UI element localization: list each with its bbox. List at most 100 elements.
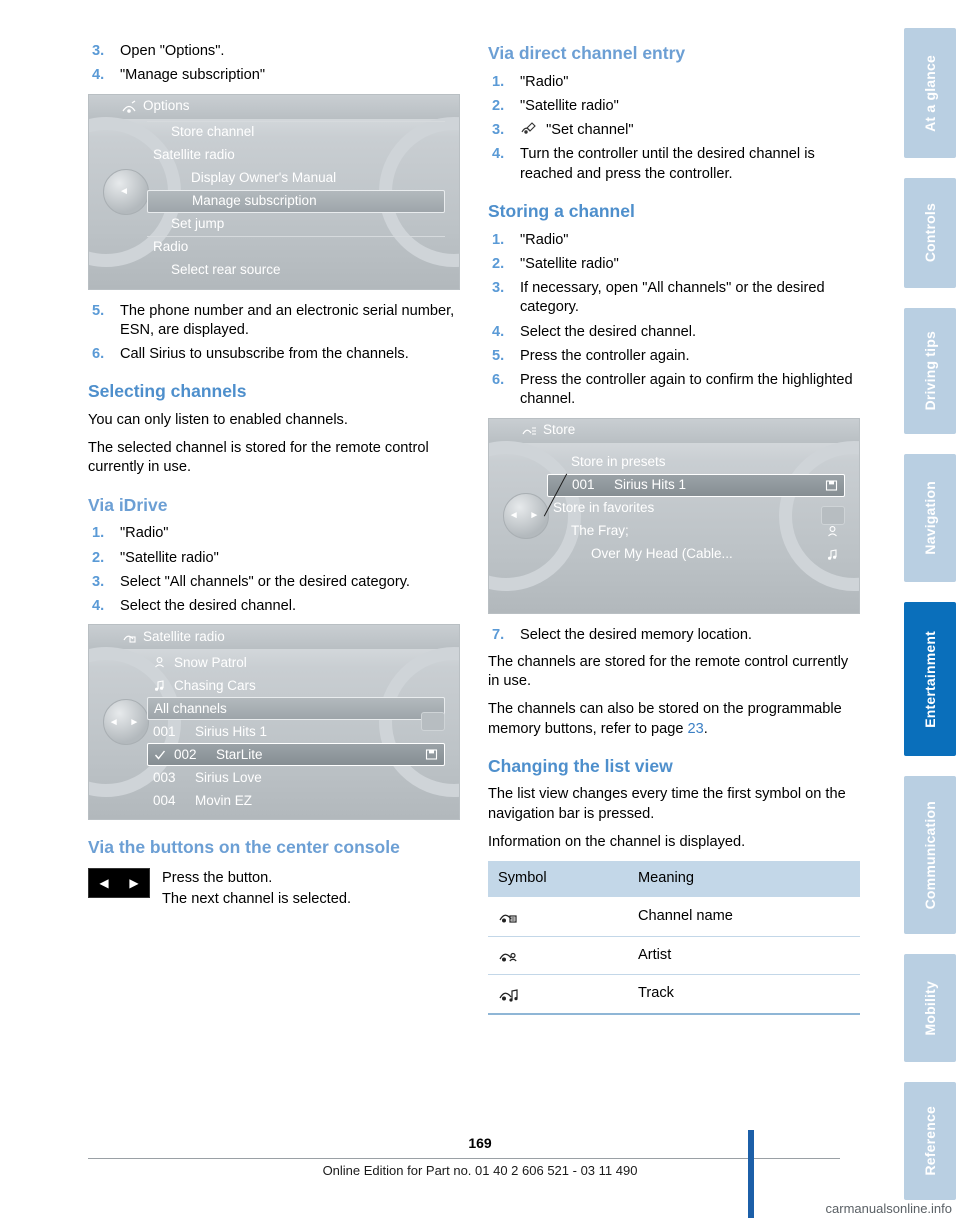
idrive-row[interactable]: Satellite radio [147, 144, 445, 167]
table-row: Track [488, 974, 860, 1015]
idrive-corner-button[interactable] [421, 712, 445, 732]
rail-tab-driving-tips[interactable]: Driving tips [904, 308, 956, 434]
step-text: "Radio" [120, 525, 169, 542]
footer-text: Online Edition for Part no. 01 40 2 606 … [322, 1163, 638, 1178]
idrive-row[interactable]: 001 Sirius Hits 1 [147, 720, 445, 743]
list-item: 3. If necessary, open "All channels" or … [488, 279, 860, 318]
list-item: 4. Select the desired channel. [488, 323, 860, 342]
idrive-screenshot-options: Options ◄ Store channel Satellite radio … [88, 93, 460, 290]
step-text: Select "All channels" or the desired cat… [120, 573, 410, 590]
step-number: 6. [492, 372, 505, 388]
list-item: 2. "Satellite radio" [488, 97, 860, 116]
idrive-row-label: Snow Patrol [174, 654, 247, 670]
idrive-row-label: Sirius Hits 1 [195, 723, 268, 739]
idrive-row[interactable]: Set jump [147, 213, 445, 236]
step-number: 2. [92, 549, 105, 566]
step-text: "Set channel" [546, 122, 634, 139]
preset-icon [825, 479, 838, 492]
step-text: Select the desired channel. [120, 598, 297, 614]
step-number: 2. [492, 97, 505, 114]
idrive-row-label: Store in favorites [553, 499, 655, 515]
step-number: 4. [492, 146, 505, 163]
idrive-corner-button[interactable] [821, 505, 845, 525]
check-icon [154, 749, 166, 761]
rail-tab-controls[interactable]: Controls [904, 178, 956, 288]
idrive-row[interactable]: 004 Movin EZ [147, 789, 445, 812]
idrive-row-label: The Fray; [571, 522, 629, 538]
idrive-row[interactable]: Snow Patrol [147, 651, 445, 674]
rail-tab-navigation[interactable]: Navigation [904, 454, 956, 582]
step-number: 2. [492, 255, 505, 272]
heading-changing-list-view: Changing the list view [488, 755, 673, 776]
step-number: 3. [492, 122, 505, 139]
idrive-row-selected[interactable]: Manage subscription [147, 189, 445, 213]
idrive-row-selected[interactable]: 002 StarLite [147, 743, 445, 767]
paragraph: You can only listen to enabled channels. [88, 411, 348, 428]
list-item: 4. Select the desired channel. [88, 597, 460, 616]
rail-tab-label: Navigation [922, 481, 938, 555]
step-text: Turn the controller until the desired ch… [520, 146, 815, 182]
table-header-row: Symbol Meaning [488, 861, 860, 898]
paragraph: The selected channel is stored for the r… [88, 440, 429, 476]
idrive-row[interactable]: Chasing Cars [147, 674, 445, 697]
rail-tab-mobility[interactable]: Mobility [904, 954, 956, 1062]
paragraph: The list view changes every time the fir… [488, 786, 846, 822]
list-item: 3. Select "All channels" or the desired … [88, 573, 460, 592]
center-console-button-graphic[interactable]: ◀ ▶ [88, 867, 150, 898]
store-icon [521, 424, 537, 438]
left-column: 3. Open "Options". 4. "Manage subscripti… [88, 42, 460, 910]
idrive-row-label: Radio [153, 239, 189, 255]
idrive-row-label: Sirius Love [195, 769, 262, 785]
list-item: 4. Turn the controller until the desired… [488, 145, 860, 184]
list-item: 2. "Satellite radio" [88, 549, 460, 568]
step-text: "Satellite radio" [120, 549, 219, 566]
idrive-row[interactable]: The Fray; [547, 520, 845, 543]
step-text: Select the desired channel. [520, 323, 697, 340]
table-cell-meaning: Track [628, 974, 860, 1015]
idrive-row[interactable]: Display Owner's Manual [147, 167, 445, 190]
button-text-line-1: Press the button. [162, 869, 273, 886]
list-item: 1. "Radio" [88, 524, 460, 543]
center-console-button-row: ◀ ▶ Press the button. The next channel i… [88, 867, 460, 910]
track-icon [488, 974, 628, 1015]
idrive-row[interactable]: 003 Sirius Love [147, 766, 445, 789]
step-number: 3. [92, 43, 105, 59]
list-item: 2. "Satellite radio" [488, 255, 860, 274]
idrive-row-label: Manage subscription [192, 192, 317, 208]
next-channel-icon: ▶ [129, 875, 139, 890]
rail-tab-communication[interactable]: Communication [904, 776, 956, 934]
table-cell-meaning: Channel name [628, 897, 860, 937]
step-number: 5. [492, 347, 505, 364]
step-number: 5. [92, 302, 105, 319]
idrive-screenshot-satellite-radio: Satellite radio ◄ ► Snow Patrol Chasing … [88, 624, 460, 821]
steps-direct-entry: 1. "Radio" 2. "Satellite radio" 3. "Set … [488, 73, 860, 184]
heading-direct-channel-entry: Via direct channel entry [488, 43, 686, 63]
idrive-row-all-channels[interactable]: All channels [147, 697, 445, 721]
watermark: carmanualsonline.info [825, 1201, 952, 1216]
idrive-row-label: StarLite [216, 746, 263, 762]
rail-tab-at-a-glance[interactable]: At a glance [904, 28, 956, 158]
idrive-row-label: Select rear source [171, 261, 281, 277]
page-reference-link[interactable]: 23 [688, 721, 704, 737]
channel-number: 003 [153, 769, 176, 785]
idrive-title-bar: Satellite radio [89, 625, 459, 650]
idrive-row[interactable]: Select rear source [147, 259, 445, 282]
idrive-row[interactable]: Store channel [147, 120, 445, 144]
idrive-row[interactable]: Store in presets [547, 451, 845, 474]
idrive-row-label: Store in presets [571, 453, 666, 469]
rail-tab-label: Mobility [922, 980, 938, 1036]
rail-tab-entertainment[interactable]: Entertainment [904, 602, 956, 756]
step-number: 4. [92, 67, 105, 84]
rail-tab-label: Driving tips [922, 331, 938, 411]
step-number: 7. [492, 626, 505, 643]
footer-divider [88, 1158, 840, 1159]
step-text: "Radio" [520, 231, 569, 248]
right-column: Via direct channel entry 1. "Radio" 2. "… [488, 42, 860, 1015]
rail-tab-label: Entertainment [922, 630, 938, 728]
idrive-row[interactable]: Over My Head (Cable... [547, 543, 845, 566]
idrive-row-selected[interactable]: 001 Sirius Hits 1 [547, 473, 845, 497]
idrive-row[interactable]: Radio [147, 235, 445, 259]
steps-top: 3. Open "Options". 4. "Manage subscripti… [88, 42, 460, 86]
idrive-row[interactable]: Store in favorites [547, 497, 845, 520]
paragraph: Information on the channel is displayed. [488, 833, 746, 850]
